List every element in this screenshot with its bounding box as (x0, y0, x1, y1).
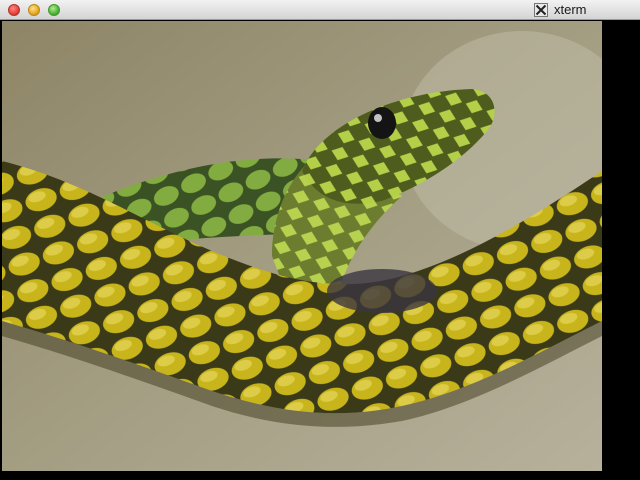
close-icon[interactable] (8, 4, 20, 16)
zoom-icon[interactable] (48, 4, 60, 16)
window-title: xterm (554, 2, 587, 17)
window-titlebar[interactable]: xterm (0, 0, 640, 20)
minimize-icon[interactable] (28, 4, 40, 16)
window-background-bottom (0, 471, 640, 480)
window-background-right (602, 21, 640, 480)
terminal-content-image[interactable] (2, 21, 602, 471)
snake-photo (2, 21, 602, 471)
x11-icon (534, 3, 548, 17)
